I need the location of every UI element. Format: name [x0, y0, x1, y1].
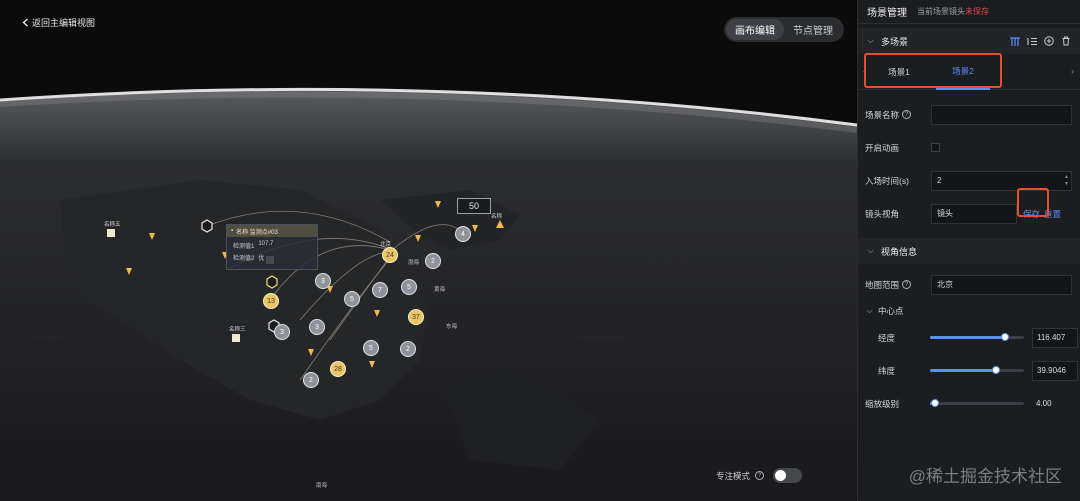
cluster-marker[interactable]: 7: [372, 282, 388, 298]
sea-label: 渤海: [408, 260, 420, 266]
reset-camera-button[interactable]: 重置: [1044, 208, 1061, 220]
zoom-label: 缩放级别: [865, 398, 900, 409]
camera-field: 镜头: [931, 203, 1017, 224]
cluster-marker[interactable]: 5: [344, 291, 360, 307]
chevron-left-icon[interactable]: ‹: [863, 66, 866, 76]
scene-tabs: ‹ 场景1 场景2 ›: [858, 54, 1080, 90]
zoom-input[interactable]: 4.00: [1032, 394, 1078, 414]
section-title: 多场景: [881, 36, 909, 47]
cluster-marker[interactable]: 2: [303, 372, 319, 388]
camera-label: 镜头视角: [865, 208, 900, 219]
latitude-label: 纬度: [878, 365, 896, 376]
zoom-row: 缩放级别 4.00: [858, 387, 1080, 420]
camera-row: 镜头视角 镜头 保存 重置: [858, 197, 1080, 230]
help-icon[interactable]: ?: [755, 471, 765, 480]
globe-map[interactable]: [0, 0, 857, 501]
back-to-main-editor-link[interactable]: 返回主编辑视图: [22, 16, 95, 29]
longitude-slider[interactable]: [930, 333, 1024, 341]
slider-handle[interactable]: [991, 366, 1000, 374]
sea-label: 南海: [316, 483, 328, 489]
map-range-row: 地图范围? 北京: [858, 268, 1080, 301]
enter-time-row: 入场时间(s) 2 ▲ ▼: [858, 164, 1080, 197]
latitude-row: 纬度 39.9046: [858, 354, 1080, 387]
monitor-popup[interactable]: ▪ 名称 监测点#03 检测值1 107.7 检测值2 优: [226, 224, 318, 270]
chevron-down-icon: ⌵: [867, 36, 874, 45]
tab-canvas-edit[interactable]: 画布编辑: [726, 19, 784, 40]
stepper-arrows-icon[interactable]: ▲ ▼: [1064, 174, 1069, 188]
slider-handle[interactable]: [1001, 333, 1010, 341]
popup-row: 检测值1 107.7: [233, 241, 274, 250]
sea-label: 黄海: [434, 287, 446, 293]
popup-header: ▪ 名称 监测点#03: [227, 225, 317, 237]
watermark: @稀土掘金技术社区: [908, 467, 1062, 486]
tab-scene-2[interactable]: 场景2: [936, 54, 990, 90]
longitude-label: 经度: [878, 332, 896, 343]
enter-time-label: 入场时间(s): [865, 175, 909, 186]
zoom-slider[interactable]: [930, 399, 1024, 407]
chevron-left-icon: [22, 18, 28, 27]
trash-icon[interactable]: [1060, 36, 1071, 47]
map-range-select[interactable]: 北京: [931, 274, 1072, 295]
center-point-header[interactable]: ⌵ 中心点: [858, 301, 1080, 321]
enter-time-stepper[interactable]: 2 ▲ ▼: [931, 170, 1072, 191]
animation-checkbox[interactable]: [931, 143, 940, 152]
list-icon[interactable]: [1026, 36, 1037, 47]
cluster-marker[interactable]: 4: [455, 226, 471, 242]
chevron-down-icon: ⌵: [866, 306, 873, 315]
view-info-section-header[interactable]: ⌵ 视角信息: [858, 238, 1080, 264]
focus-mode-label: 专注模式: [716, 470, 751, 481]
center-point-label: 中心点: [878, 306, 904, 316]
chevron-down-icon: ⌵: [867, 246, 874, 255]
panel-title: 场景管理: [867, 8, 907, 19]
animation-label: 开启动画: [865, 142, 900, 153]
cluster-marker[interactable]: 2: [425, 253, 441, 269]
cluster-marker[interactable]: 13: [263, 293, 279, 309]
scale-indicator: 50: [457, 198, 491, 214]
section-toolbar: [1009, 36, 1080, 47]
focus-mode: 专注模式 ?: [716, 468, 803, 483]
hex-marker[interactable]: [201, 219, 213, 233]
layout-grid-icon[interactable]: [1009, 36, 1020, 47]
map-canvas[interactable]: 名称五 名称三 名称 北京 渤海 黄海 东海 南海 4 24 2 3 5 7 5 13 3 3 37…: [0, 0, 857, 501]
tab-node-manage[interactable]: 节点管理: [784, 19, 842, 40]
longitude-row: 经度 116.407: [858, 321, 1080, 354]
popup-row: 检测值2 优: [233, 256, 265, 262]
cluster-marker[interactable]: 28: [330, 361, 346, 377]
longitude-input[interactable]: 116.407: [1032, 327, 1078, 348]
cluster-marker[interactable]: 5: [401, 279, 417, 295]
cluster-marker[interactable]: 24: [382, 247, 398, 263]
cluster-marker[interactable]: 3: [309, 319, 325, 335]
scene-name-label: 场景名称: [865, 109, 900, 120]
scene-name-row: 场景名称?: [858, 98, 1080, 131]
tab-scene-1[interactable]: 场景1: [872, 54, 926, 90]
map-label: 名称三: [229, 327, 246, 333]
add-circle-icon[interactable]: [1043, 36, 1054, 47]
sea-label: 东海: [446, 324, 458, 330]
mode-switch: 画布编辑 节点管理: [724, 17, 844, 42]
map-label: 名称五: [104, 222, 121, 228]
cluster-marker[interactable]: 3: [274, 324, 290, 340]
cluster-marker[interactable]: 37: [408, 309, 424, 325]
slider-handle[interactable]: [930, 399, 939, 407]
help-icon[interactable]: ?: [902, 280, 912, 289]
cluster-marker[interactable]: 5: [363, 340, 379, 356]
latitude-input[interactable]: 39.9046: [1032, 360, 1078, 381]
cluster-marker[interactable]: 3: [315, 273, 331, 289]
animation-row: 开启动画: [858, 131, 1080, 164]
chevron-right-icon[interactable]: ›: [1071, 66, 1074, 76]
scene-panel: 场景管理 当前场景镜头未保存 ⌵ 多场景 ‹ 场景1 场景2 › 场景名称? 开…: [857, 0, 1080, 501]
map-label: 名称: [491, 214, 503, 220]
save-camera-button[interactable]: 保存: [1023, 208, 1040, 220]
cluster-marker[interactable]: 2: [400, 341, 416, 357]
latitude-slider[interactable]: [930, 366, 1024, 374]
map-range-label: 地图范围: [865, 279, 900, 290]
focus-mode-toggle[interactable]: [773, 468, 803, 483]
help-icon[interactable]: ?: [902, 110, 912, 119]
panel-header: 场景管理 当前场景镜头未保存: [858, 0, 1080, 24]
camera-status: 当前场景镜头未保存: [917, 7, 989, 16]
section-title: 视角信息: [881, 246, 918, 257]
scene-name-input[interactable]: [931, 104, 1072, 125]
multi-scene-section-header[interactable]: ⌵ 多场景: [858, 28, 1080, 54]
